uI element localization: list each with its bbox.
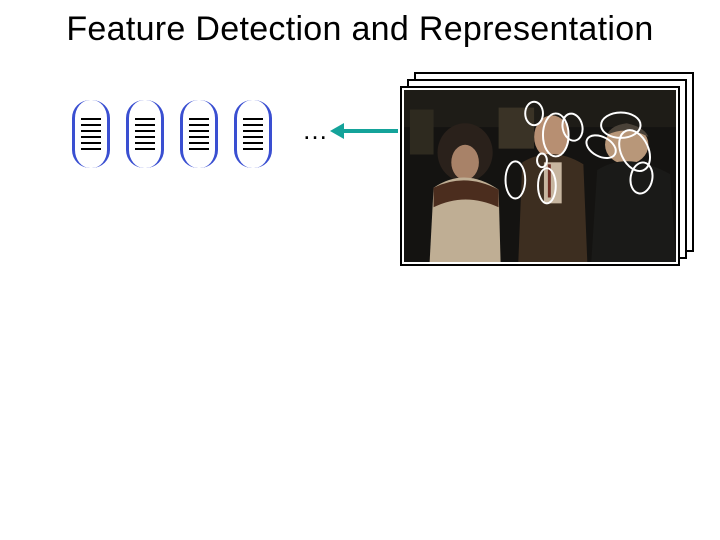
stack-frame-front	[400, 86, 680, 266]
feature-vector	[72, 100, 110, 168]
feature-vectors-row	[72, 100, 272, 168]
arrow-left-icon	[330, 128, 398, 134]
feature-vector	[234, 100, 272, 168]
ellipsis: …	[302, 115, 330, 146]
scene-image	[404, 90, 676, 262]
image-stack	[400, 72, 695, 267]
slide-title: Feature Detection and Representation	[0, 10, 720, 49]
feature-vector	[126, 100, 164, 168]
feature-vector	[180, 100, 218, 168]
slide: Feature Detection and Representation …	[0, 0, 720, 540]
